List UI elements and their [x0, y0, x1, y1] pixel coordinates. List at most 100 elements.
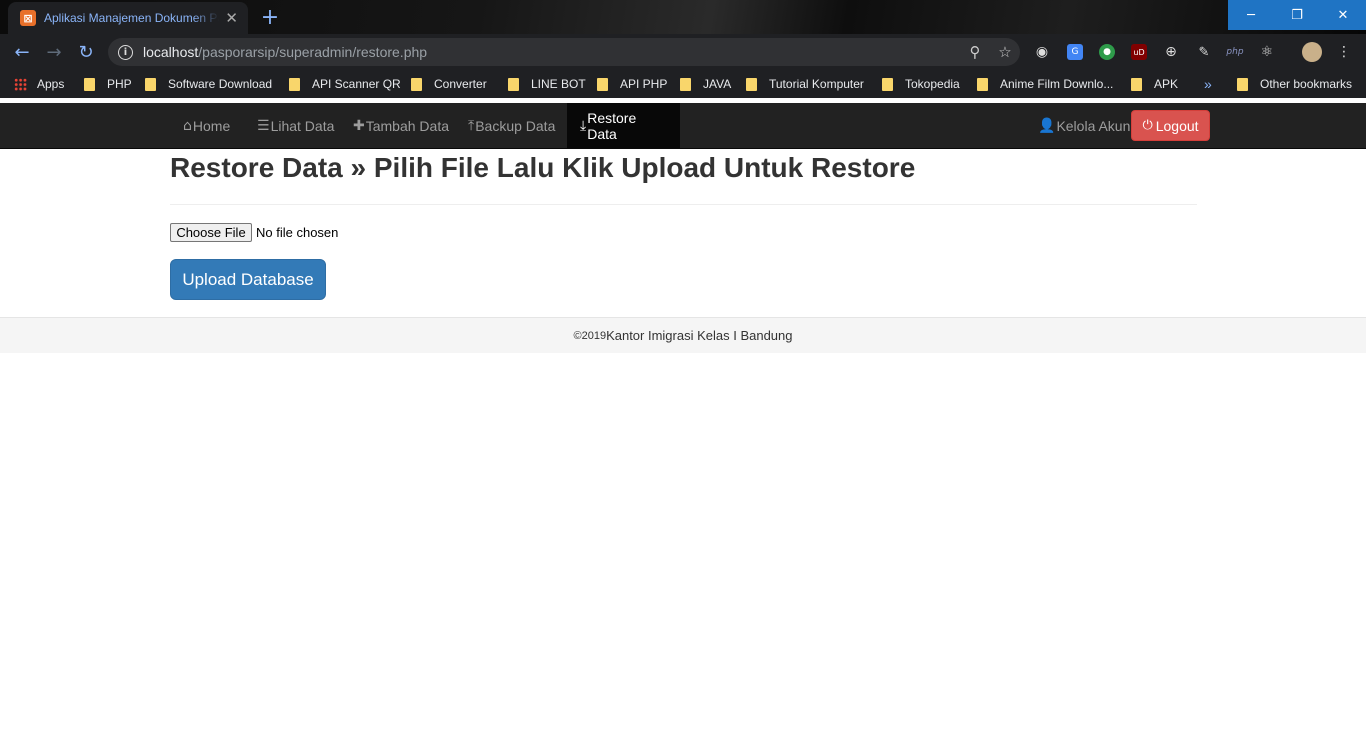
bookmark-label: APK	[1154, 77, 1179, 91]
browser-tab[interactable]: ⊠ Aplikasi Manajemen Dokumen Pa ✕	[8, 2, 248, 34]
url-path: /pasporarsip/superadmin/restore.php	[198, 44, 428, 60]
bookmark-folder[interactable]: JAVA	[680, 76, 731, 92]
close-window-button[interactable]: ✕	[1320, 0, 1366, 30]
bookmark-other[interactable]: Other bookmarks	[1237, 76, 1352, 92]
plus-icon: ✚	[353, 117, 365, 134]
browser-titlebar: ⊠ Aplikasi Manajemen Dokumen Pa ✕ + ─ ❐ …	[0, 0, 1366, 34]
export-icon: ⤒	[468, 117, 475, 134]
folder-icon	[145, 77, 156, 91]
site-info-icon[interactable]: i	[118, 44, 133, 60]
nav-label: Home	[192, 117, 231, 134]
folder-icon	[680, 77, 691, 91]
bookmark-label: JAVA	[703, 77, 732, 91]
new-tab-button[interactable]: +	[258, 5, 282, 30]
divider	[170, 204, 1197, 205]
bookmark-label: Software Download	[168, 77, 273, 91]
page-title: Restore Data » Pilih File Lalu Klik Uplo…	[170, 152, 916, 183]
folder-icon	[882, 77, 893, 91]
logout-label: Logout	[1155, 117, 1199, 134]
menu-kebab-icon[interactable]: ⋮	[1336, 44, 1352, 60]
zoom-icon[interactable]: ⚲	[960, 43, 990, 61]
web-extension-icon[interactable]: ●	[1099, 44, 1115, 60]
back-icon[interactable]: ←	[10, 40, 34, 64]
forward-icon[interactable]: →	[42, 40, 66, 64]
address-bar[interactable]: i localhost/pasporarsip/superadmin/resto…	[108, 38, 1020, 66]
bookmark-label: API Scanner QR	[312, 77, 401, 91]
bookmark-label: Tokopedia	[905, 77, 960, 91]
bookmark-folder[interactable]: API PHP	[597, 76, 667, 92]
folder-icon	[84, 77, 95, 91]
bookmark-label: Apps	[37, 77, 65, 91]
pen-extension-icon[interactable]: ✎	[1196, 44, 1212, 60]
bookmarks-overflow-icon[interactable]: »	[1204, 76, 1212, 92]
nav-label: Kelola Akun	[1056, 117, 1131, 134]
restore-window-button[interactable]: ❐	[1274, 0, 1320, 30]
folder-icon	[289, 77, 300, 91]
ublock-extension-icon[interactable]: uD	[1131, 44, 1147, 60]
bookmarks-bar: Apps PHP Software Download API Scanner Q…	[0, 70, 1366, 98]
folder-icon	[597, 77, 608, 91]
nav-label: Backup Data	[475, 117, 556, 134]
list-icon: ☰	[257, 117, 270, 134]
bookmark-apps[interactable]: Apps	[14, 76, 64, 92]
bookmark-folder[interactable]: Tokopedia	[882, 76, 960, 92]
folder-icon	[508, 77, 519, 91]
profile-avatar[interactable]	[1302, 42, 1322, 62]
bookmark-folder[interactable]: API Scanner QR	[289, 76, 401, 92]
choose-file-button[interactable]: Choose File	[170, 223, 252, 242]
nav-label: Restore Data	[587, 109, 637, 142]
nav-label: Tambah Data	[365, 117, 450, 134]
bookmark-label: Converter	[434, 77, 487, 91]
power-icon: ⏻	[1142, 118, 1153, 133]
bookmark-folder[interactable]: Software Download	[145, 76, 272, 92]
nav-tambah-data[interactable]: ✚ Tambah Data	[340, 103, 462, 148]
tab-title: Aplikasi Manajemen Dokumen Pa	[44, 11, 220, 25]
reload-icon[interactable]: ↻	[74, 40, 98, 64]
apps-grid-icon	[14, 77, 27, 91]
translate-extension-icon[interactable]: G	[1067, 44, 1083, 60]
react-extension-icon[interactable]: ⚛	[1259, 44, 1275, 60]
bookmark-folder[interactable]: Anime Film Downlo...	[977, 76, 1113, 92]
bookmark-star-icon[interactable]: ☆	[990, 43, 1020, 61]
import-icon: ⤓	[580, 117, 587, 134]
folder-icon	[1237, 77, 1248, 91]
nav-home[interactable]: ⌂ Home	[170, 103, 243, 148]
nav-backup-data[interactable]: ⤒ Backup Data	[455, 103, 568, 148]
app-navbar: ⌂ Home ☰ Lihat Data ✚ Tambah Data ⤒ Backup D…	[0, 103, 1366, 149]
folder-icon	[977, 77, 988, 91]
bookmark-label: LINE BOT	[531, 77, 586, 91]
bookmark-label: PHP	[107, 77, 132, 91]
url-host: localhost	[143, 44, 199, 60]
bookmark-label: Anime Film Downlo...	[1000, 77, 1114, 91]
footer-text: Kantor Imigrasi Kelas I Bandung	[606, 328, 793, 343]
bookmark-label: API PHP	[620, 77, 668, 91]
page-footer: ©2019 Kantor Imigrasi Kelas I Bandung	[0, 317, 1366, 353]
browser-toolbar: ← → ↻ i localhost/pasporarsip/superadmin…	[0, 34, 1366, 70]
globe-extension-icon[interactable]: ◉	[1034, 44, 1050, 60]
bookmark-label: Tutorial Komputer	[769, 77, 864, 91]
tab-close-icon[interactable]: ✕	[225, 9, 238, 27]
nav-kelola-akun[interactable]: 👤 Kelola Akun	[1025, 103, 1143, 148]
upload-database-button[interactable]: Upload Database	[170, 259, 326, 300]
file-status-text: No file chosen	[256, 225, 339, 240]
bookmark-folder[interactable]: Tutorial Komputer	[746, 76, 864, 92]
copyright-mark: ©2019	[573, 329, 607, 342]
bookmark-folder[interactable]: Converter	[411, 76, 487, 92]
bookmark-label: Other bookmarks	[1260, 77, 1353, 91]
folder-icon	[411, 77, 422, 91]
folder-icon	[746, 77, 757, 91]
bookmark-folder[interactable]: PHP	[84, 76, 132, 92]
logout-button[interactable]: ⏻ Logout	[1131, 110, 1210, 141]
nav-label: Lihat Data	[270, 117, 335, 134]
user-icon: 👤	[1038, 117, 1056, 134]
php-extension-icon[interactable]: php	[1226, 44, 1244, 60]
nav-lihat-data[interactable]: ☰ Lihat Data	[244, 103, 347, 148]
world-extension-icon[interactable]: ⊕	[1163, 44, 1179, 60]
minimize-button[interactable]: ─	[1228, 0, 1274, 30]
nav-restore-data[interactable]: ⤓ Restore Data	[567, 103, 680, 148]
xampp-favicon-icon: ⊠	[20, 10, 36, 26]
folder-icon	[1131, 77, 1142, 91]
url-text[interactable]: localhost/pasporarsip/superadmin/restore…	[143, 44, 960, 60]
bookmark-folder[interactable]: LINE BOT	[508, 76, 586, 92]
bookmark-folder[interactable]: APK	[1131, 76, 1178, 92]
